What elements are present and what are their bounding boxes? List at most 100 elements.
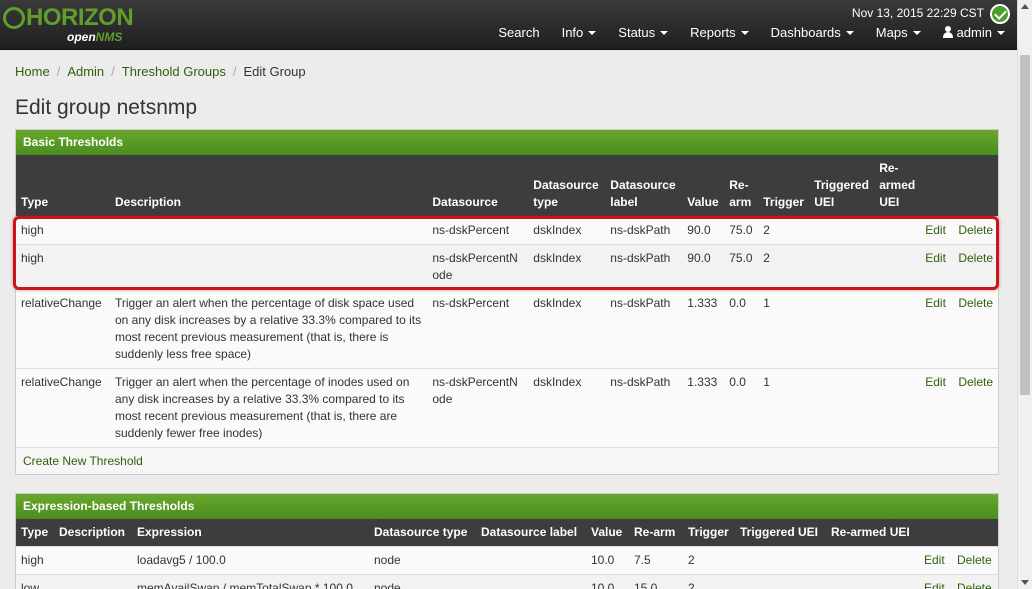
table-row: high ns-dskPercentNode dskIndex ns-dskPa…: [16, 244, 998, 290]
nav-search[interactable]: Search: [498, 25, 539, 40]
logo-opennms-text: openNMS: [67, 30, 122, 44]
col-edit: [920, 155, 954, 217]
cell-trigger: 2: [683, 574, 735, 589]
scroll-down-arrow-icon[interactable]: [1021, 580, 1029, 585]
edit-link[interactable]: Edit: [924, 553, 945, 567]
edit-link[interactable]: Edit: [925, 223, 946, 237]
cell-delete: Delete: [953, 216, 998, 245]
table-row: low memAvailSwap / memTotalSwap * 100.0 …: [16, 574, 998, 589]
cell-ds-label: [476, 574, 586, 589]
nav-dashboards[interactable]: Dashboards: [771, 25, 854, 40]
table-row: high ns-dskPercent dskIndex ns-dskPath 9…: [16, 216, 998, 245]
breadcrumb-threshold-groups[interactable]: Threshold Groups: [122, 64, 226, 79]
col-triggered-uei: Triggered UEI: [735, 519, 826, 547]
delete-link[interactable]: Delete: [958, 375, 993, 389]
cell-ds-label: ns-dskPath: [605, 368, 683, 447]
vertical-scrollbar[interactable]: [1017, 0, 1032, 589]
edit-link[interactable]: Edit: [925, 375, 946, 389]
opennms-horizon-logo[interactable]: HORIZON openNMS: [3, 4, 138, 46]
top-navbar: HORIZON openNMS Nov 13, 2015 22:29 CST S…: [0, 0, 1017, 50]
cell-ds-type: dskIndex: [528, 244, 606, 290]
cell-value: 10.0: [586, 546, 629, 575]
breadcrumb-home[interactable]: Home: [15, 64, 50, 79]
delete-link[interactable]: Delete: [958, 251, 993, 265]
cell-description: Trigger an alert when the percentage of …: [109, 368, 428, 447]
cell-rearm: 7.5: [629, 546, 683, 575]
col-description: Description: [109, 155, 428, 217]
cell-triggered-uei: [809, 244, 875, 290]
create-new-threshold-link[interactable]: Create New Threshold: [23, 454, 143, 468]
status-ok-icon[interactable]: [990, 4, 1010, 24]
cell-trigger: 1: [758, 289, 810, 369]
col-edit: [919, 519, 952, 547]
table-header-row: Type Description Expression Datasource t…: [16, 519, 998, 547]
col-ds-label: Datasource label: [476, 519, 586, 547]
cell-rearm: 75.0: [724, 244, 759, 290]
nav-info-label: Info: [561, 25, 584, 40]
cell-triggered-uei: [735, 574, 826, 589]
cell-expression: loadavg5 / 100.0: [132, 546, 369, 575]
logo-brand-top: HORIZON: [26, 4, 134, 31]
cell-rearmed-uei: [826, 574, 919, 589]
caret-down-icon: [740, 31, 749, 35]
col-ds-type: Datasource type: [369, 519, 476, 547]
cell-value: 90.0: [682, 216, 725, 245]
cell-edit: Edit: [920, 289, 954, 369]
scroll-up-arrow-icon[interactable]: [1021, 4, 1029, 9]
delete-link[interactable]: Delete: [957, 553, 992, 567]
delete-link[interactable]: Delete: [957, 581, 992, 589]
cell-type: low: [16, 574, 54, 589]
cell-ds-type: dskIndex: [528, 289, 606, 369]
table-row: relativeChange Trigger an alert when the…: [16, 368, 998, 447]
col-trigger: Trigger: [683, 519, 735, 547]
basic-thresholds-table: Type Description Datasource Datasource t…: [16, 155, 998, 447]
cell-type: high: [16, 244, 110, 290]
col-description: Description: [54, 519, 132, 547]
cell-description: [109, 216, 428, 245]
table-row: high loadavg5 / 100.0 node 10.0 7.5 2 Ed…: [16, 546, 998, 575]
caret-down-icon: [912, 31, 921, 35]
breadcrumb-separator: /: [56, 64, 61, 79]
breadcrumb-separator: /: [111, 64, 115, 79]
cell-rearmed-uei: [874, 244, 921, 290]
nav-user-menu[interactable]: admin: [942, 25, 1005, 40]
cell-rearm: 0.0: [724, 368, 759, 447]
caret-down-icon: [845, 31, 854, 35]
cell-rearm: 75.0: [724, 216, 759, 245]
nav-maps[interactable]: Maps: [876, 25, 921, 40]
col-rearm: Re-arm: [629, 519, 683, 547]
logo-ring-icon: [3, 7, 25, 29]
col-delete: [952, 519, 998, 547]
col-type: Type: [16, 155, 110, 217]
nav-info[interactable]: Info: [562, 25, 597, 40]
cell-delete: Delete: [952, 574, 998, 589]
nav-status-label: Status: [618, 25, 656, 40]
edit-link[interactable]: Edit: [925, 296, 946, 310]
edit-link[interactable]: Edit: [924, 581, 945, 589]
expression-thresholds-heading: Expression-based Thresholds: [16, 494, 998, 519]
logo-horizon-text: HORIZON: [3, 4, 134, 32]
basic-thresholds-heading: Basic Thresholds: [16, 130, 998, 155]
breadcrumb-admin[interactable]: Admin: [67, 64, 104, 79]
basic-thresholds-footer: Create New Threshold: [16, 447, 998, 474]
cell-triggered-uei: [735, 546, 826, 575]
scrollbar-thumb[interactable]: [1020, 55, 1030, 395]
col-type: Type: [16, 519, 54, 547]
expression-thresholds-panel: Expression-based Thresholds Type Descrip…: [15, 493, 999, 589]
cell-ds-type: node: [369, 574, 476, 589]
cell-edit: Edit: [920, 368, 954, 447]
cell-trigger: 2: [758, 216, 810, 245]
nav-status[interactable]: Status: [618, 25, 669, 40]
delete-link[interactable]: Delete: [958, 223, 993, 237]
nav-reports[interactable]: Reports: [690, 25, 749, 40]
caret-down-icon: [997, 31, 1005, 35]
cell-ds-type: node: [369, 546, 476, 575]
edit-link[interactable]: Edit: [925, 251, 946, 265]
delete-link[interactable]: Delete: [958, 296, 993, 310]
cell-type: high: [16, 546, 54, 575]
col-rearmed-uei: Re-armed UEI: [874, 155, 921, 217]
col-ds-type: Datasource type: [528, 155, 606, 217]
cell-description: [54, 546, 132, 575]
breadcrumb-edit-group: Edit Group: [243, 64, 306, 79]
server-datetime: Nov 13, 2015 22:29 CST: [851, 6, 984, 20]
